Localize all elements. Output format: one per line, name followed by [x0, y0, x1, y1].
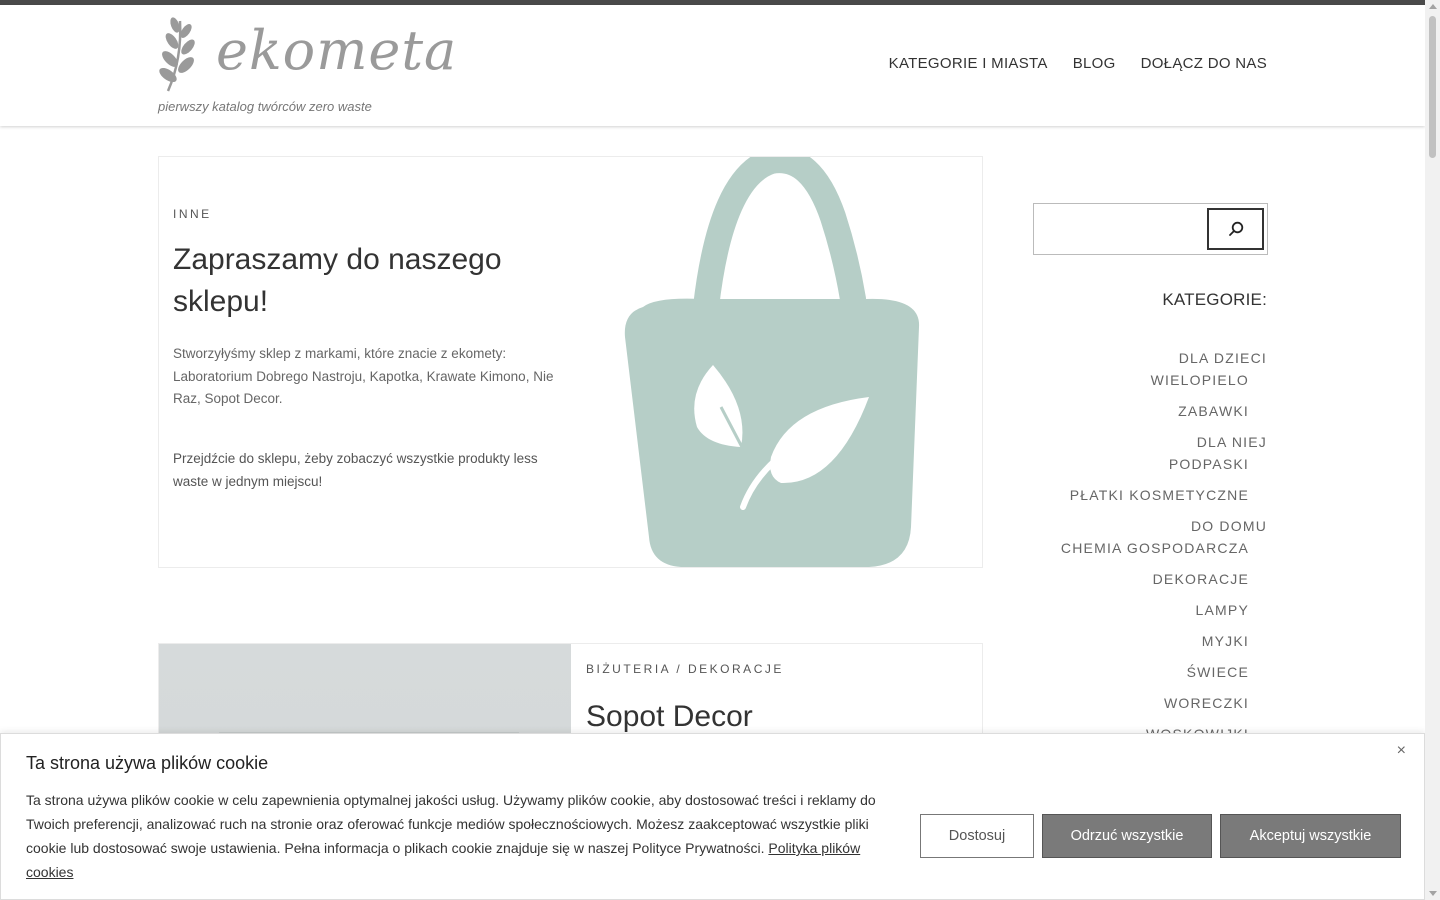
reject-all-button[interactable]: Odrzuć wszystkie: [1042, 814, 1212, 858]
nav-item-kategorie[interactable]: KATEGORIE I MIASTA: [889, 55, 1048, 72]
post-title[interactable]: Zapraszamy do naszego sklepu!: [173, 239, 573, 323]
category-item[interactable]: MYJKI: [1202, 633, 1249, 649]
scrollbar-thumb[interactable]: [1429, 16, 1436, 158]
scroll-down-icon[interactable]: [1429, 891, 1437, 896]
nav-item-dolacz[interactable]: DOŁĄCZ DO NAS: [1141, 55, 1267, 72]
main-nav: KATEGORIE I MIASTA BLOG DOŁĄCZ DO NAS: [889, 55, 1267, 72]
cookie-banner: Ta strona używa plików cookie × Ta stron…: [0, 733, 1425, 900]
cookie-title: Ta strona używa plików cookie: [26, 753, 269, 773]
close-icon[interactable]: ×: [1397, 742, 1406, 760]
logo[interactable]: ekometa: [158, 15, 456, 95]
category-item[interactable]: DLA DZIECI: [1179, 350, 1267, 366]
category-item[interactable]: DLA NIEJ: [1197, 434, 1267, 450]
accept-all-button[interactable]: Akceptuj wszystkie: [1220, 814, 1401, 858]
leaf-sprig-icon: [159, 17, 195, 92]
search-form: [1033, 203, 1268, 255]
search-button[interactable]: [1207, 208, 1264, 250]
category-item[interactable]: ZABAWKI: [1178, 403, 1249, 419]
search-input[interactable]: [1036, 206, 1204, 252]
post-category[interactable]: BIŻUTERIA / DEKORACJE: [586, 662, 784, 676]
category-item[interactable]: WORECZKI: [1164, 695, 1249, 711]
customize-button[interactable]: Dostosuj: [920, 814, 1034, 858]
category-item[interactable]: LAMPY: [1196, 602, 1249, 618]
post-category[interactable]: INNE: [173, 207, 212, 221]
category-item[interactable]: WIELOPIELO: [1151, 372, 1249, 388]
categories-heading: KATEGORIE:: [1162, 290, 1267, 309]
category-item[interactable]: CHEMIA GOSPODARCZA: [1061, 540, 1249, 556]
post-card[interactable]: INNE Zapraszamy do naszego sklepu! Stwor…: [158, 156, 983, 568]
site-header: ekometa pierwszy katalog twórców zero wa…: [0, 5, 1425, 126]
category-item[interactable]: PODPASKI: [1169, 456, 1249, 472]
category-item[interactable]: PŁATKI KOSMETYCZNE: [1070, 487, 1249, 503]
search-icon: [1228, 221, 1243, 236]
site-tagline: pierwszy katalog twórców zero waste: [158, 99, 372, 114]
category-item[interactable]: ŚWIECE: [1187, 664, 1249, 680]
post-excerpt: Stworzyłyśmy sklep z markami, które znac…: [173, 346, 554, 406]
eco-bag-image[interactable]: [621, 157, 926, 568]
scrollbar[interactable]: [1425, 0, 1440, 900]
cookie-description: Ta strona używa plików cookie w celu zap…: [26, 788, 896, 884]
category-item[interactable]: DO DOMU: [1191, 518, 1267, 534]
cookie-text: Ta strona używa plików cookie w celu zap…: [26, 792, 876, 856]
logo-text: ekometa: [216, 19, 458, 82]
nav-item-blog[interactable]: BLOG: [1073, 55, 1116, 72]
post-excerpt-2: Przejdźcie do sklepu, żeby zobaczyć wszy…: [173, 451, 538, 489]
post-title[interactable]: Sopot Decor: [586, 700, 753, 734]
category-item[interactable]: DEKORACJE: [1153, 571, 1249, 587]
scroll-up-icon[interactable]: [1429, 4, 1437, 9]
